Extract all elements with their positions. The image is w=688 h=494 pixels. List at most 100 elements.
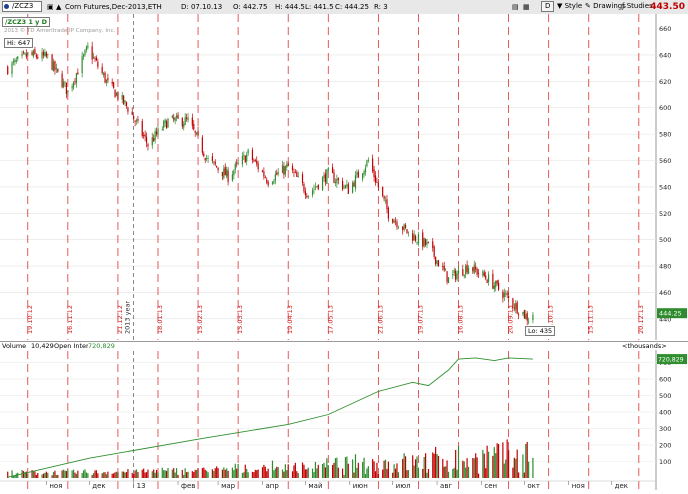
y-tick-label: 560 (659, 157, 671, 165)
candle-body (337, 178, 339, 181)
volume-bar (513, 457, 515, 478)
volume-bar (412, 455, 414, 478)
candle-body (483, 272, 485, 276)
candle-body (207, 158, 209, 159)
candle-body (253, 160, 255, 162)
candle-body (226, 169, 228, 177)
x-tick-label: 13 (137, 482, 146, 490)
candle-body (341, 180, 344, 190)
candle-body (462, 269, 464, 276)
candle-body (261, 170, 264, 172)
candle-body (37, 57, 39, 59)
volume-bar (133, 474, 135, 478)
volume-bar (413, 465, 415, 478)
volume-bar (121, 471, 123, 478)
grid-icon[interactable]: ▦ (523, 2, 530, 12)
volume-bar (237, 463, 239, 478)
lock-icon[interactable]: ▣ (47, 2, 54, 12)
volume-bar (62, 469, 65, 478)
candle-body (324, 173, 327, 183)
y-tick-label: 620 (659, 78, 671, 86)
volume-bar (483, 453, 485, 478)
candle-body (513, 307, 515, 309)
volume-bar (465, 467, 467, 478)
candle-body (22, 52, 25, 53)
volume-bar (183, 474, 185, 478)
candle-body (394, 220, 397, 222)
link-icon[interactable]: ▲ (56, 2, 61, 12)
volume-bar (41, 474, 43, 478)
candle-body (433, 246, 435, 257)
units-label: <thousands> (622, 342, 667, 350)
volume-chart[interactable]: 700600500400300200100720,829ноядек13февм… (0, 341, 688, 490)
volume-bar (427, 469, 430, 478)
candle-body (487, 274, 490, 282)
volume-bar (346, 456, 348, 478)
volume-bar (256, 470, 258, 478)
candle-body (55, 67, 57, 69)
candle-body (233, 170, 235, 176)
volume-bar (387, 461, 389, 478)
candle-body (264, 177, 266, 179)
candle-body (141, 121, 143, 136)
candle-body (416, 242, 418, 244)
timeframe-button[interactable]: D (541, 1, 555, 12)
candle-body (482, 270, 484, 276)
candle-body (153, 138, 155, 142)
volume-bar (223, 467, 225, 478)
price-chart[interactable]: 6406206005805605405205004804604406602013… (0, 14, 688, 340)
y-tick-label: 100 (659, 458, 671, 466)
volume-bar (151, 471, 153, 478)
volume-bar (201, 468, 203, 478)
volume-bar (313, 472, 315, 478)
date-marker-label: 16.11.12 (66, 305, 74, 334)
volume-bar (301, 462, 304, 478)
candle-body (197, 131, 199, 136)
volume-bar (55, 475, 57, 478)
candle-body (61, 73, 63, 88)
volume-bar (224, 469, 226, 478)
volume-bar (72, 469, 75, 478)
candle-body (24, 52, 26, 54)
price-pane[interactable]: 640 620 600 580 560 540 520 500 480 460 440 660 2013… (0, 14, 688, 340)
candle-body (406, 229, 408, 233)
candle-body (435, 256, 437, 264)
candle-body (426, 241, 428, 245)
drawings-button[interactable]: ✎ Drawings (585, 1, 626, 12)
volume-bar (22, 471, 25, 478)
candle-body (476, 269, 478, 275)
volume-pane[interactable]: 700600500400300200100720,829ноядек13февм… (0, 341, 688, 490)
candle-body (372, 158, 374, 172)
style-button[interactable]: ▼ Style (557, 1, 582, 12)
candle-body (193, 123, 195, 130)
volume-bar (522, 454, 524, 478)
x-tick-label: мар (221, 482, 236, 490)
volume-bar (211, 469, 213, 478)
volume-bar (343, 474, 345, 478)
studies-button[interactable]: ƒ Studies (622, 1, 653, 12)
volume-bar (516, 449, 518, 478)
volume-bar (193, 471, 195, 478)
candle-body (525, 314, 527, 319)
volume-bar (366, 468, 368, 478)
candle-body (472, 267, 474, 272)
date-marker-label: 19.10.12 (26, 305, 34, 334)
candle-body (167, 118, 169, 127)
volume-bar (174, 472, 176, 478)
volume-bar (503, 463, 505, 478)
candle-body (82, 54, 85, 57)
compare-icon[interactable]: ▤ (512, 2, 519, 12)
volume-bar (163, 470, 165, 478)
candle-body (336, 178, 338, 184)
volume-bar (443, 466, 445, 478)
date-marker-label: 20.09.13 (507, 305, 515, 334)
candle-body (244, 156, 246, 163)
volume-bar (273, 470, 275, 478)
volume-bar (241, 472, 244, 478)
candle-body (154, 131, 156, 141)
candle-body (402, 226, 404, 231)
symbol-input[interactable]: /ZCZ3 (2, 1, 42, 12)
candle-body (223, 168, 225, 179)
candle-body (477, 272, 480, 274)
candle-body (133, 115, 135, 120)
